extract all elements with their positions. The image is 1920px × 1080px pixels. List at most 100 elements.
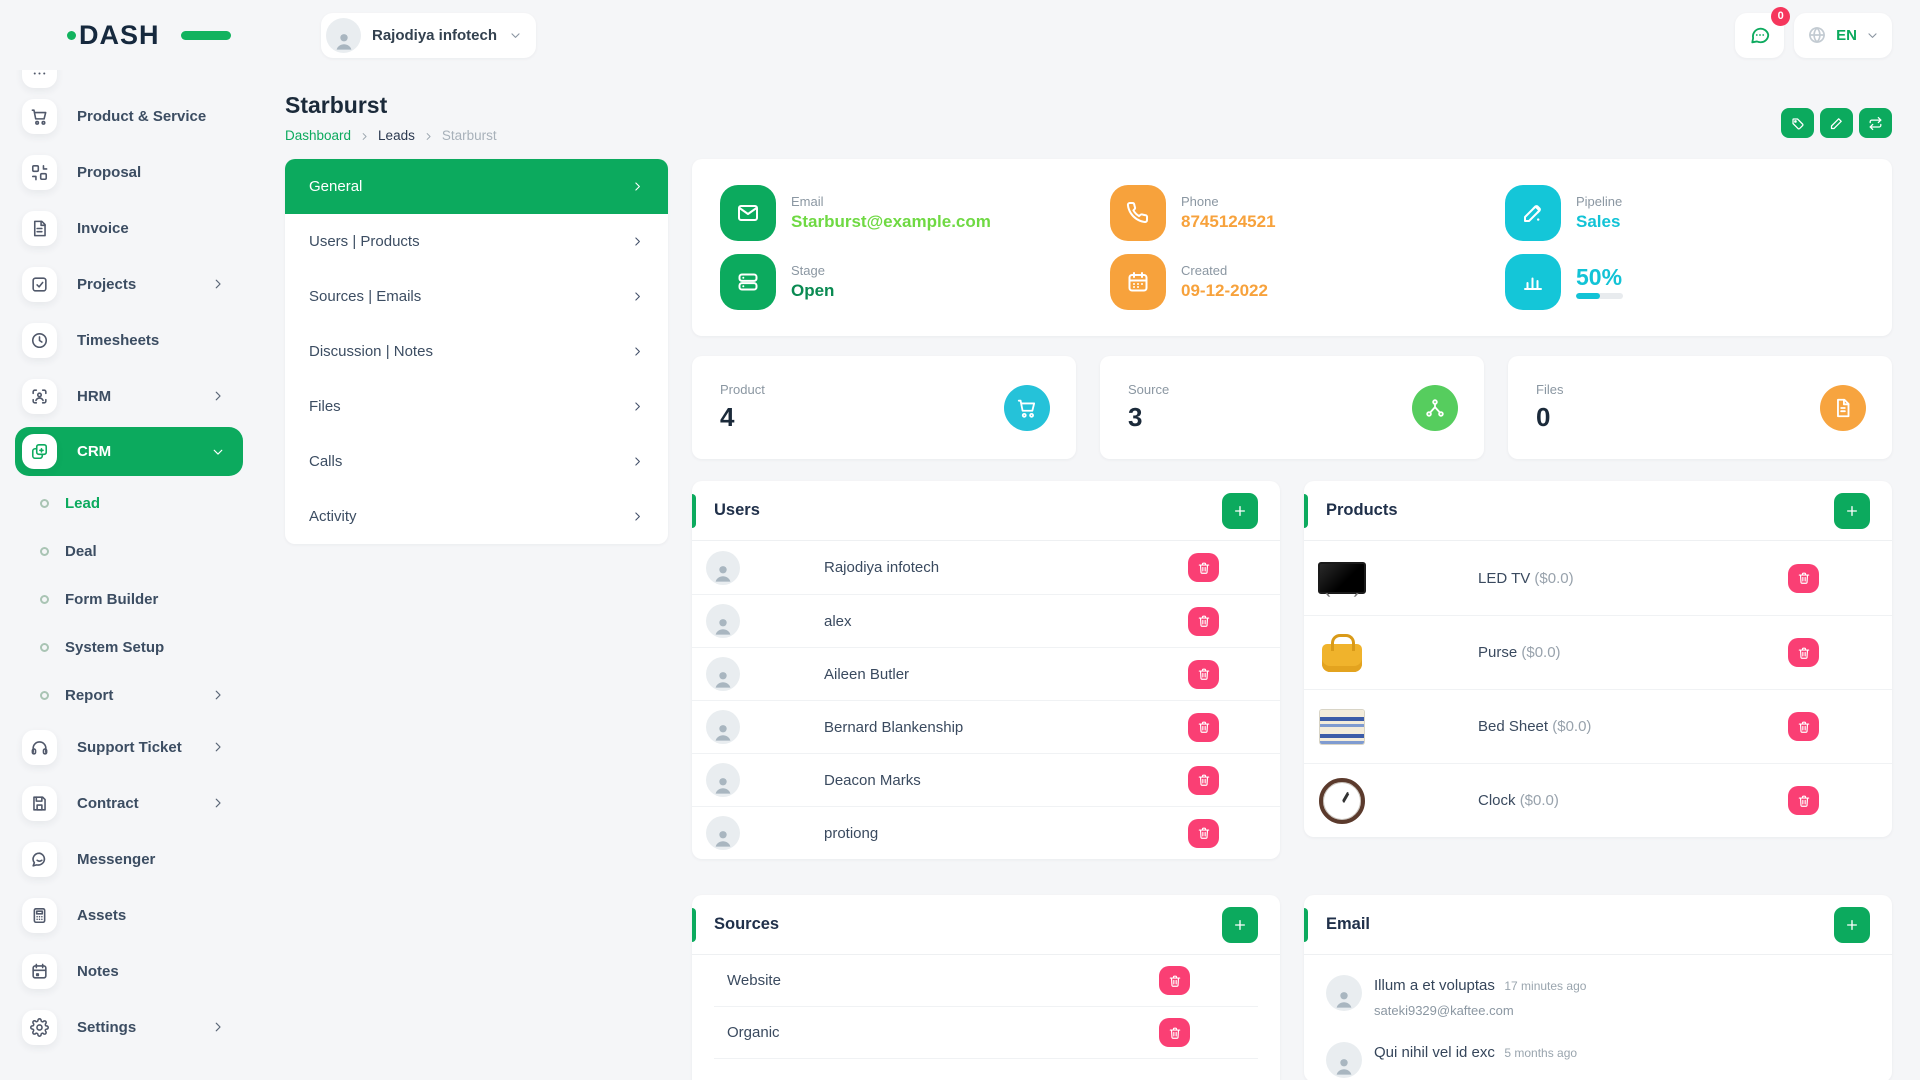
sidebar-item[interactable]: Invoice bbox=[0, 200, 258, 256]
email-card-title: Email bbox=[1326, 915, 1370, 934]
stat-icon-circle bbox=[1412, 385, 1458, 431]
user-row: Bernard Blankenship bbox=[692, 700, 1280, 753]
breadcrumb-dashboard-link[interactable]: Dashboard bbox=[285, 128, 351, 143]
lead-actions bbox=[1781, 92, 1892, 138]
sidebar-item[interactable]: Product & Service bbox=[0, 88, 258, 144]
lead-tab-label: Activity bbox=[309, 508, 357, 525]
sidebar-item[interactable]: Contract bbox=[0, 775, 258, 831]
stat-card: Files 0 bbox=[1508, 356, 1892, 459]
delete-user-button[interactable] bbox=[1188, 660, 1219, 689]
overview-field-icon bbox=[736, 201, 760, 225]
lead-tab[interactable]: Files bbox=[285, 379, 668, 434]
user-name: Bernard Blankenship bbox=[824, 719, 963, 736]
lead-tab[interactable]: Activity bbox=[285, 489, 668, 544]
delete-user-button[interactable] bbox=[1188, 607, 1219, 636]
delete-product-button[interactable] bbox=[1788, 638, 1819, 667]
sources-card-title: Sources bbox=[714, 915, 779, 934]
breadcrumb-leads-link[interactable]: Leads bbox=[378, 128, 415, 143]
sidebar-item[interactable]: Settings bbox=[0, 999, 258, 1055]
sidebar-item-label: Lead bbox=[65, 495, 100, 512]
user-icon bbox=[710, 666, 736, 691]
sidebar-item-icon-tile bbox=[22, 786, 57, 821]
delete-source-button[interactable] bbox=[1159, 966, 1190, 995]
user-row: alex bbox=[692, 594, 1280, 647]
delete-user-button[interactable] bbox=[1188, 713, 1219, 742]
messages-button[interactable]: 0 bbox=[1735, 13, 1784, 58]
source-row: Website bbox=[714, 955, 1258, 1007]
products-card-header: Products bbox=[1304, 481, 1892, 541]
plus-icon bbox=[1232, 503, 1248, 519]
chevron-right-icon bbox=[211, 796, 225, 810]
stat-icon bbox=[1016, 397, 1038, 419]
stat-icon-circle bbox=[1820, 385, 1866, 431]
trash-icon bbox=[1197, 614, 1211, 628]
lead-overview-card: Email Starburst@example.com Phone 874512… bbox=[692, 159, 1892, 336]
delete-product-button[interactable] bbox=[1788, 564, 1819, 593]
add-user-button[interactable] bbox=[1222, 493, 1258, 529]
lead-action-button[interactable] bbox=[1781, 108, 1814, 138]
chevron-right-icon bbox=[211, 277, 225, 291]
sources-card-header: Sources bbox=[692, 895, 1280, 955]
sidebar-item[interactable]: Projects bbox=[0, 256, 258, 312]
add-source-button[interactable] bbox=[1222, 907, 1258, 943]
overview-field-icon-tile bbox=[1110, 185, 1166, 241]
user-name: alex bbox=[824, 613, 852, 630]
sidebar-item-icon-tile bbox=[22, 730, 57, 765]
delete-source-button[interactable] bbox=[1159, 1018, 1190, 1047]
sidebar-item[interactable]: Lead bbox=[0, 479, 258, 527]
sidebar-item[interactable]: Notes bbox=[0, 943, 258, 999]
page-title: Starburst bbox=[285, 92, 497, 119]
trash-icon bbox=[1797, 720, 1811, 734]
sidebar-item[interactable]: HRM bbox=[0, 368, 258, 424]
sidebar-item[interactable]: Report bbox=[0, 671, 258, 719]
app-logo-text: DASH bbox=[79, 20, 160, 51]
delete-product-button[interactable] bbox=[1788, 712, 1819, 741]
lead-tab[interactable]: Discussion | Notes bbox=[285, 324, 668, 379]
sidebar-item[interactable]: Timesheets bbox=[0, 312, 258, 368]
sidebar-item[interactable]: Form Builder bbox=[0, 575, 258, 623]
sidebar-item[interactable]: Deal bbox=[0, 527, 258, 575]
chevron-right-icon bbox=[211, 740, 225, 754]
sidebar-item-label: Deal bbox=[65, 543, 97, 560]
sidebar-item[interactable]: Assets bbox=[0, 887, 258, 943]
product-row: LED TV ($0.0) bbox=[1304, 541, 1892, 615]
add-email-button[interactable] bbox=[1834, 907, 1870, 943]
user-icon bbox=[331, 28, 357, 53]
delete-user-button[interactable] bbox=[1188, 553, 1219, 582]
chevron-right-icon bbox=[631, 290, 644, 303]
lead-tab[interactable]: Calls bbox=[285, 434, 668, 489]
topbar-right: 0 EN bbox=[1735, 13, 1892, 58]
sidebar-item[interactable]: Messenger bbox=[0, 831, 258, 887]
lead-action-button[interactable] bbox=[1820, 108, 1853, 138]
email-time: 17 minutes ago bbox=[1504, 979, 1586, 993]
workspace-switcher[interactable]: Rajodiya infotech bbox=[321, 13, 536, 58]
sidebar-item-icon bbox=[30, 107, 49, 126]
sidebar-item[interactable]: Proposal bbox=[0, 144, 258, 200]
sidebar-item-label: System Setup bbox=[65, 639, 164, 656]
product-image bbox=[1318, 555, 1366, 601]
source-row: Organic bbox=[714, 1007, 1258, 1059]
lead-tab[interactable]: Sources | Emails bbox=[285, 269, 668, 324]
language-selector[interactable]: EN bbox=[1794, 13, 1892, 58]
sidebar-item[interactable]: Support Ticket bbox=[0, 719, 258, 775]
lead-tab[interactable]: Users | Products bbox=[285, 214, 668, 269]
sidebar-item[interactable]: System Setup bbox=[0, 623, 258, 671]
overview-field-value: 8745124521 bbox=[1181, 212, 1276, 232]
lead-tab[interactable]: General bbox=[285, 159, 668, 214]
chevron-right-icon bbox=[631, 180, 644, 193]
lead-action-button[interactable] bbox=[1859, 108, 1892, 138]
products-list: LED TV ($0.0) Purse ($0.0) bbox=[1304, 541, 1892, 837]
stat-card: Source 3 bbox=[1100, 356, 1484, 459]
sidebar-item-icon bbox=[30, 962, 49, 981]
delete-product-button[interactable] bbox=[1788, 786, 1819, 815]
sidebar-item-label: CRM bbox=[77, 443, 111, 460]
product-row: Purse ($0.0) bbox=[1304, 615, 1892, 689]
sidebar-item[interactable]: CRM bbox=[15, 427, 243, 476]
sidebar-item-icon-tile bbox=[22, 1010, 57, 1045]
avatar bbox=[706, 657, 740, 691]
add-product-button[interactable] bbox=[1834, 493, 1870, 529]
delete-user-button[interactable] bbox=[1188, 819, 1219, 848]
sidebar-item-icon-tile bbox=[22, 155, 57, 190]
delete-user-button[interactable] bbox=[1188, 766, 1219, 795]
chevron-down-icon bbox=[1866, 29, 1879, 42]
